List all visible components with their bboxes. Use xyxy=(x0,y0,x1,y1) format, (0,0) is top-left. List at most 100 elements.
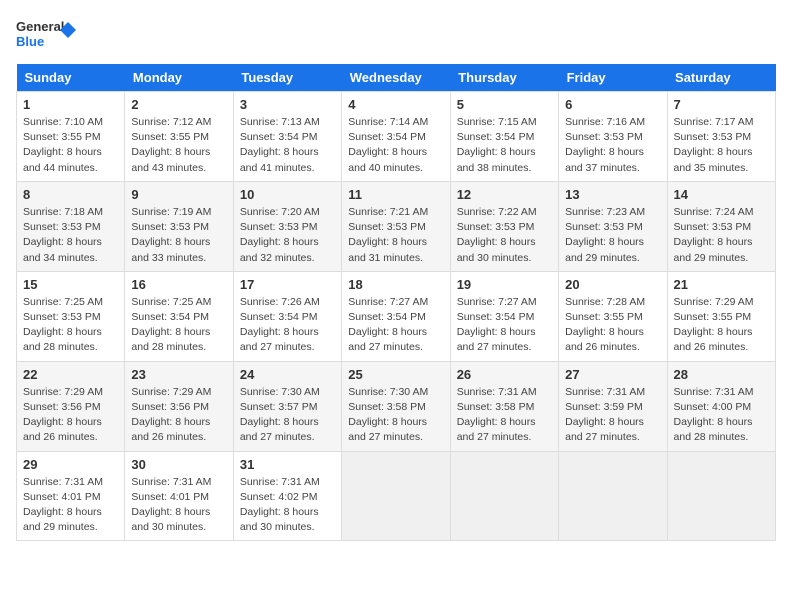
calendar-day-17: 17 Sunrise: 7:26 AMSunset: 3:54 PMDaylig… xyxy=(233,271,341,361)
day-info: Sunrise: 7:30 AMSunset: 3:57 PMDaylight:… xyxy=(240,385,335,446)
day-info: Sunrise: 7:25 AMSunset: 3:54 PMDaylight:… xyxy=(131,295,226,356)
calendar-day-4: 4 Sunrise: 7:14 AMSunset: 3:54 PMDayligh… xyxy=(342,92,450,182)
calendar-week-row: 29 Sunrise: 7:31 AMSunset: 4:01 PMDaylig… xyxy=(17,451,776,541)
calendar-day-30: 30 Sunrise: 7:31 AMSunset: 4:01 PMDaylig… xyxy=(125,451,233,541)
day-info: Sunrise: 7:18 AMSunset: 3:53 PMDaylight:… xyxy=(23,205,118,266)
calendar-day-23: 23 Sunrise: 7:29 AMSunset: 3:56 PMDaylig… xyxy=(125,361,233,451)
calendar-week-row: 1 Sunrise: 7:10 AMSunset: 3:55 PMDayligh… xyxy=(17,92,776,182)
day-number: 12 xyxy=(457,187,552,202)
day-number: 16 xyxy=(131,277,226,292)
calendar-day-15: 15 Sunrise: 7:25 AMSunset: 3:53 PMDaylig… xyxy=(17,271,125,361)
days-header-row: SundayMondayTuesdayWednesdayThursdayFrid… xyxy=(17,64,776,92)
day-number: 31 xyxy=(240,457,335,472)
calendar-table: SundayMondayTuesdayWednesdayThursdayFrid… xyxy=(16,64,776,541)
logo-svg: General Blue xyxy=(16,16,76,52)
day-info: Sunrise: 7:26 AMSunset: 3:54 PMDaylight:… xyxy=(240,295,335,356)
svg-text:Blue: Blue xyxy=(16,34,44,49)
day-header-monday: Monday xyxy=(125,64,233,92)
calendar-day-13: 13 Sunrise: 7:23 AMSunset: 3:53 PMDaylig… xyxy=(559,181,667,271)
day-number: 27 xyxy=(565,367,660,382)
svg-text:General: General xyxy=(16,19,64,34)
calendar-day-22: 22 Sunrise: 7:29 AMSunset: 3:56 PMDaylig… xyxy=(17,361,125,451)
calendar-empty-cell xyxy=(342,451,450,541)
calendar-day-11: 11 Sunrise: 7:21 AMSunset: 3:53 PMDaylig… xyxy=(342,181,450,271)
day-info: Sunrise: 7:10 AMSunset: 3:55 PMDaylight:… xyxy=(23,115,118,176)
calendar-day-5: 5 Sunrise: 7:15 AMSunset: 3:54 PMDayligh… xyxy=(450,92,558,182)
day-header-tuesday: Tuesday xyxy=(233,64,341,92)
day-number: 6 xyxy=(565,97,660,112)
day-header-friday: Friday xyxy=(559,64,667,92)
day-number: 30 xyxy=(131,457,226,472)
day-header-sunday: Sunday xyxy=(17,64,125,92)
day-number: 21 xyxy=(674,277,769,292)
day-info: Sunrise: 7:19 AMSunset: 3:53 PMDaylight:… xyxy=(131,205,226,266)
day-info: Sunrise: 7:31 AMSunset: 4:02 PMDaylight:… xyxy=(240,475,335,536)
calendar-week-row: 8 Sunrise: 7:18 AMSunset: 3:53 PMDayligh… xyxy=(17,181,776,271)
calendar-day-6: 6 Sunrise: 7:16 AMSunset: 3:53 PMDayligh… xyxy=(559,92,667,182)
day-number: 24 xyxy=(240,367,335,382)
day-number: 19 xyxy=(457,277,552,292)
day-info: Sunrise: 7:24 AMSunset: 3:53 PMDaylight:… xyxy=(674,205,769,266)
calendar-day-20: 20 Sunrise: 7:28 AMSunset: 3:55 PMDaylig… xyxy=(559,271,667,361)
day-info: Sunrise: 7:17 AMSunset: 3:53 PMDaylight:… xyxy=(674,115,769,176)
calendar-day-31: 31 Sunrise: 7:31 AMSunset: 4:02 PMDaylig… xyxy=(233,451,341,541)
page-header: General Blue xyxy=(16,16,776,52)
day-number: 23 xyxy=(131,367,226,382)
day-number: 1 xyxy=(23,97,118,112)
day-info: Sunrise: 7:31 AMSunset: 4:00 PMDaylight:… xyxy=(674,385,769,446)
calendar-day-12: 12 Sunrise: 7:22 AMSunset: 3:53 PMDaylig… xyxy=(450,181,558,271)
day-info: Sunrise: 7:16 AMSunset: 3:53 PMDaylight:… xyxy=(565,115,660,176)
day-number: 13 xyxy=(565,187,660,202)
day-number: 15 xyxy=(23,277,118,292)
day-info: Sunrise: 7:29 AMSunset: 3:55 PMDaylight:… xyxy=(674,295,769,356)
day-info: Sunrise: 7:14 AMSunset: 3:54 PMDaylight:… xyxy=(348,115,443,176)
day-number: 10 xyxy=(240,187,335,202)
day-number: 11 xyxy=(348,187,443,202)
calendar-empty-cell xyxy=(450,451,558,541)
day-info: Sunrise: 7:31 AMSunset: 3:59 PMDaylight:… xyxy=(565,385,660,446)
day-number: 4 xyxy=(348,97,443,112)
day-info: Sunrise: 7:31 AMSunset: 4:01 PMDaylight:… xyxy=(131,475,226,536)
calendar-day-9: 9 Sunrise: 7:19 AMSunset: 3:53 PMDayligh… xyxy=(125,181,233,271)
calendar-week-row: 15 Sunrise: 7:25 AMSunset: 3:53 PMDaylig… xyxy=(17,271,776,361)
day-number: 20 xyxy=(565,277,660,292)
day-number: 29 xyxy=(23,457,118,472)
day-info: Sunrise: 7:27 AMSunset: 3:54 PMDaylight:… xyxy=(457,295,552,356)
day-info: Sunrise: 7:21 AMSunset: 3:53 PMDaylight:… xyxy=(348,205,443,266)
day-info: Sunrise: 7:27 AMSunset: 3:54 PMDaylight:… xyxy=(348,295,443,356)
calendar-day-8: 8 Sunrise: 7:18 AMSunset: 3:53 PMDayligh… xyxy=(17,181,125,271)
day-number: 26 xyxy=(457,367,552,382)
day-number: 3 xyxy=(240,97,335,112)
day-info: Sunrise: 7:12 AMSunset: 3:55 PMDaylight:… xyxy=(131,115,226,176)
day-number: 7 xyxy=(674,97,769,112)
day-info: Sunrise: 7:28 AMSunset: 3:55 PMDaylight:… xyxy=(565,295,660,356)
day-info: Sunrise: 7:20 AMSunset: 3:53 PMDaylight:… xyxy=(240,205,335,266)
calendar-week-row: 22 Sunrise: 7:29 AMSunset: 3:56 PMDaylig… xyxy=(17,361,776,451)
calendar-day-28: 28 Sunrise: 7:31 AMSunset: 4:00 PMDaylig… xyxy=(667,361,775,451)
calendar-day-27: 27 Sunrise: 7:31 AMSunset: 3:59 PMDaylig… xyxy=(559,361,667,451)
calendar-day-7: 7 Sunrise: 7:17 AMSunset: 3:53 PMDayligh… xyxy=(667,92,775,182)
day-info: Sunrise: 7:22 AMSunset: 3:53 PMDaylight:… xyxy=(457,205,552,266)
day-info: Sunrise: 7:29 AMSunset: 3:56 PMDaylight:… xyxy=(23,385,118,446)
day-info: Sunrise: 7:15 AMSunset: 3:54 PMDaylight:… xyxy=(457,115,552,176)
calendar-day-24: 24 Sunrise: 7:30 AMSunset: 3:57 PMDaylig… xyxy=(233,361,341,451)
calendar-day-29: 29 Sunrise: 7:31 AMSunset: 4:01 PMDaylig… xyxy=(17,451,125,541)
day-number: 2 xyxy=(131,97,226,112)
calendar-day-14: 14 Sunrise: 7:24 AMSunset: 3:53 PMDaylig… xyxy=(667,181,775,271)
calendar-day-16: 16 Sunrise: 7:25 AMSunset: 3:54 PMDaylig… xyxy=(125,271,233,361)
day-number: 14 xyxy=(674,187,769,202)
calendar-day-1: 1 Sunrise: 7:10 AMSunset: 3:55 PMDayligh… xyxy=(17,92,125,182)
calendar-day-10: 10 Sunrise: 7:20 AMSunset: 3:53 PMDaylig… xyxy=(233,181,341,271)
calendar-day-25: 25 Sunrise: 7:30 AMSunset: 3:58 PMDaylig… xyxy=(342,361,450,451)
day-info: Sunrise: 7:29 AMSunset: 3:56 PMDaylight:… xyxy=(131,385,226,446)
logo: General Blue xyxy=(16,16,76,52)
day-info: Sunrise: 7:31 AMSunset: 4:01 PMDaylight:… xyxy=(23,475,118,536)
day-info: Sunrise: 7:13 AMSunset: 3:54 PMDaylight:… xyxy=(240,115,335,176)
day-number: 25 xyxy=(348,367,443,382)
calendar-day-3: 3 Sunrise: 7:13 AMSunset: 3:54 PMDayligh… xyxy=(233,92,341,182)
day-number: 22 xyxy=(23,367,118,382)
day-number: 17 xyxy=(240,277,335,292)
day-number: 8 xyxy=(23,187,118,202)
day-number: 9 xyxy=(131,187,226,202)
calendar-day-26: 26 Sunrise: 7:31 AMSunset: 3:58 PMDaylig… xyxy=(450,361,558,451)
